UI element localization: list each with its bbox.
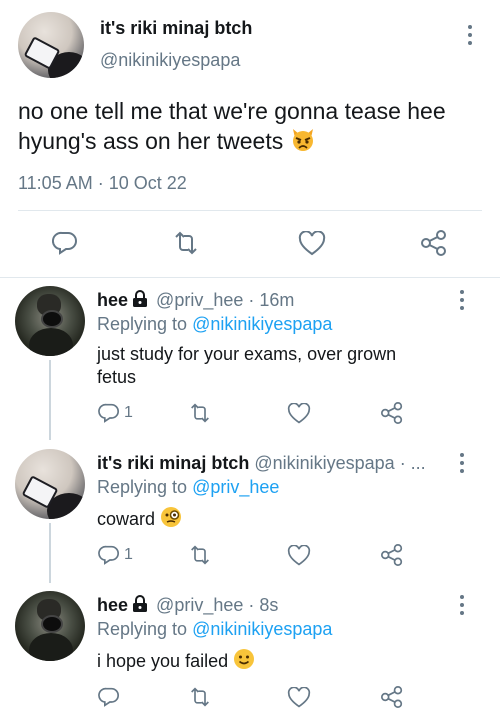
reply-icon [98, 403, 119, 423]
reply-header: hee @priv_hee · 8s [97, 595, 278, 618]
replying-to-prefix: Replying to [97, 477, 188, 497]
retweet-button[interactable] [172, 231, 200, 255]
lock-icon [131, 290, 149, 313]
retweet-icon [175, 231, 197, 255]
reply-header: hee @priv_hee · 16m [97, 290, 294, 313]
reply-text: coward [97, 506, 427, 534]
more-icon[interactable] [467, 25, 473, 45]
display-name[interactable]: it's riki minaj btch [100, 18, 252, 39]
reply-text: just study for your exams, over grown fe… [97, 344, 397, 387]
retweet-icon [191, 687, 209, 707]
reply-button[interactable]: 1 [98, 403, 133, 423]
share-icon [421, 230, 446, 256]
reply-count: 1 [124, 546, 133, 563]
share-icon [381, 402, 403, 424]
handle[interactable]: @nikinikiyespapa [100, 50, 240, 71]
avatar[interactable] [18, 12, 84, 78]
main-tweet: it's riki minaj btch @nikinikiyespapa no… [0, 0, 500, 278]
replying-to-prefix: Replying to [97, 314, 188, 334]
avatar[interactable] [15, 286, 85, 356]
tweet-text-content: no one tell me that we're gonna tease he… [18, 98, 446, 154]
like-icon [298, 231, 326, 256]
thread-line [49, 523, 51, 583]
tweet-text: no one tell me that we're gonna tease he… [18, 96, 488, 159]
like-button[interactable] [298, 231, 326, 257]
share-icon [381, 544, 403, 566]
reply-text: i hope you failed [97, 648, 427, 676]
avatar[interactable] [15, 449, 85, 519]
share-button[interactable] [380, 686, 404, 708]
replying-to: Replying to @nikinikiyespapa [97, 619, 332, 640]
retweet-button[interactable] [188, 687, 212, 707]
more-icon[interactable] [459, 595, 465, 615]
retweet-icon [191, 403, 209, 423]
handle-and-time: @nikinikiyespapa · ... [254, 453, 426, 473]
replying-to-prefix: Replying to [97, 619, 188, 639]
handle-and-time: @priv_hee · 8s [156, 595, 279, 615]
share-button[interactable] [420, 230, 448, 256]
divider [18, 210, 482, 211]
reply-header: it's riki minaj btch @nikinikiyespapa · … [97, 453, 426, 474]
retweet-button[interactable] [188, 545, 212, 565]
handle-and-time: @priv_hee · 16m [156, 290, 295, 310]
thread-line [49, 360, 51, 440]
share-button[interactable] [380, 544, 404, 566]
display-name[interactable]: hee [97, 595, 128, 615]
like-button[interactable] [287, 403, 311, 425]
reply-icon [98, 545, 119, 565]
replying-to-link[interactable]: @nikinikiyespapa [192, 314, 332, 334]
face-with-monocle-emoji-icon [160, 506, 182, 534]
reply-icon [98, 687, 119, 707]
retweet-icon [191, 545, 209, 565]
lock-icon [131, 595, 149, 618]
divider [0, 277, 500, 278]
more-icon[interactable] [459, 290, 465, 310]
more-icon[interactable] [459, 453, 465, 473]
retweet-button[interactable] [188, 403, 212, 423]
like-button[interactable] [287, 545, 311, 567]
timestamp[interactable]: 11:05 AM · 10 Oct 22 [18, 173, 187, 194]
display-name[interactable]: it's riki minaj btch [97, 453, 249, 473]
like-icon [287, 403, 311, 424]
reply-count: 1 [124, 404, 133, 421]
reply-text-content: i hope you failed [97, 650, 229, 671]
display-name[interactable]: hee [97, 290, 128, 310]
avatar[interactable] [15, 591, 85, 661]
replying-to-link[interactable]: @nikinikiyespapa [192, 619, 332, 639]
reply-button[interactable] [98, 687, 124, 707]
replying-to: Replying to @priv_hee [97, 477, 279, 498]
like-button[interactable] [287, 687, 311, 709]
share-icon [381, 686, 403, 708]
reply-text-content: coward [97, 508, 156, 529]
like-icon [287, 545, 311, 566]
pouting-cat-emoji-icon [290, 126, 316, 159]
replying-to-link[interactable]: @priv_hee [192, 477, 279, 497]
reply-button[interactable] [52, 231, 78, 255]
reply-button[interactable]: 1 [98, 545, 133, 565]
replying-to: Replying to @nikinikiyespapa [97, 314, 332, 335]
like-icon [287, 687, 311, 708]
slightly-smiling-face-emoji-icon [233, 648, 255, 676]
share-button[interactable] [380, 402, 404, 424]
reply-icon [52, 231, 77, 255]
